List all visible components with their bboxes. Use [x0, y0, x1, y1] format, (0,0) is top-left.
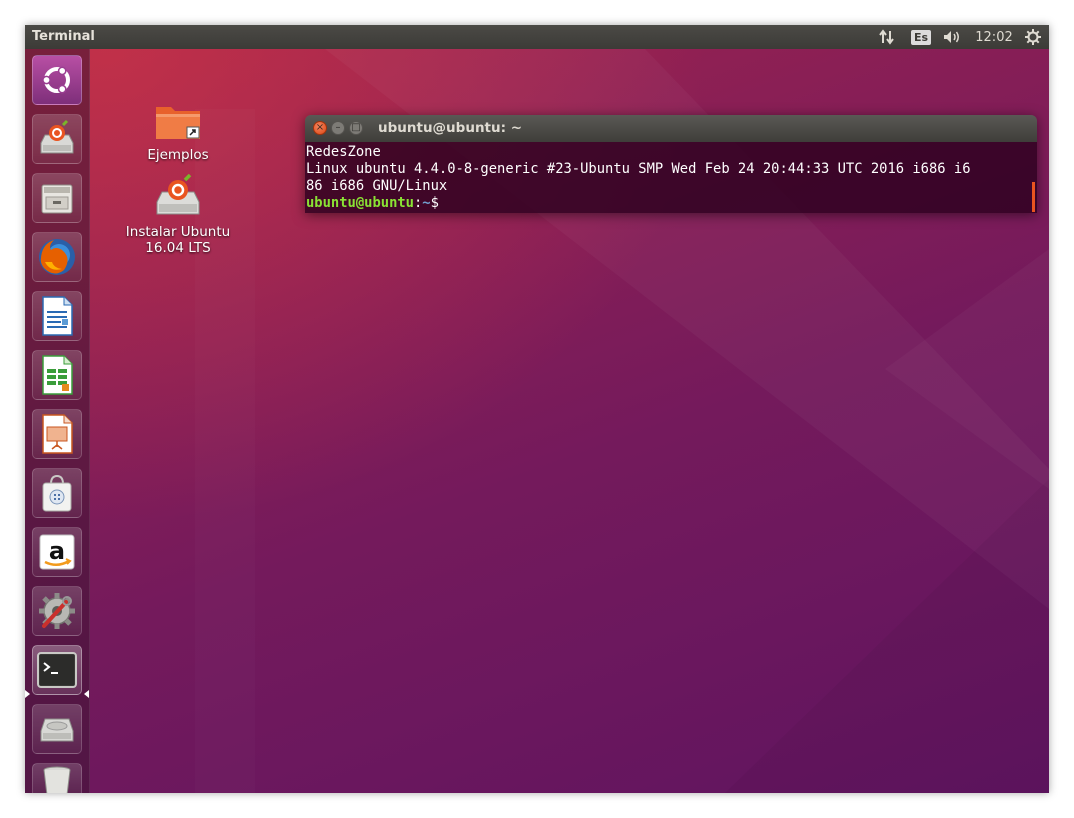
launcher-libreoffice-impress[interactable] — [32, 409, 82, 459]
terminal-icon — [37, 652, 77, 688]
desktop-icon-label-line2: 16.04 LTS — [145, 240, 211, 256]
maximize-icon: □ — [351, 122, 361, 133]
close-button[interactable]: × — [313, 121, 327, 135]
terminal-window[interactable]: × – □ ubuntu@ubuntu: ~ RedesZone Linux u… — [305, 115, 1037, 213]
hard-drive-icon — [40, 718, 74, 742]
writer-icon — [42, 296, 73, 336]
volume-icon[interactable] — [939, 25, 965, 49]
launcher-active-right-indicator — [84, 690, 89, 698]
desktop-icon-ejemplos[interactable]: Ejemplos — [118, 99, 238, 163]
launcher: a — [25, 49, 90, 793]
prompt-path: ~ — [422, 195, 431, 211]
launcher-terminal[interactable] — [32, 645, 82, 695]
terminal-line: Linux ubuntu 4.4.0-8-generic #23-Ubuntu … — [306, 161, 971, 177]
launcher-active-left-indicator — [25, 690, 30, 698]
calc-icon — [42, 355, 73, 395]
terminal-prompt: ubuntu@ubuntu:~$ — [306, 195, 1037, 212]
launcher-amazon[interactable]: a — [32, 527, 82, 577]
launcher-install-ubuntu[interactable] — [32, 114, 82, 164]
folder-link-icon — [156, 107, 200, 139]
settings-wrench-icon — [39, 593, 75, 629]
terminal-line: RedesZone — [306, 144, 381, 160]
launcher-libreoffice-writer[interactable] — [32, 291, 82, 341]
file-cabinet-icon — [41, 184, 73, 214]
minimize-button[interactable]: – — [331, 121, 345, 135]
desktop[interactable]: a Ejemplos Instalar Ubuntu 16.04 LTS × –… — [25, 49, 1049, 793]
minimize-icon: – — [335, 122, 341, 133]
trash-icon — [43, 766, 71, 793]
svg-text:a: a — [49, 537, 65, 565]
launcher-firefox[interactable] — [32, 232, 82, 282]
launcher-trash[interactable] — [32, 763, 82, 793]
firefox-icon — [39, 239, 75, 275]
desktop-icon-instalar-ubuntu[interactable]: Instalar Ubuntu 16.04 LTS — [118, 173, 238, 256]
install-ubuntu-icon — [156, 173, 200, 215]
terminal-scrollbar[interactable] — [1032, 182, 1035, 212]
launcher-dash-home[interactable] — [32, 55, 82, 105]
install-ubuntu-icon — [40, 119, 74, 154]
launcher-drive[interactable] — [32, 704, 82, 754]
clock[interactable]: 12:02 — [972, 25, 1016, 49]
clock-label: 12:02 — [975, 29, 1013, 45]
keyboard-layout-indicator[interactable]: Es — [909, 25, 933, 49]
close-icon: × — [315, 122, 325, 133]
terminal-line: 86 i686 GNU/Linux — [306, 178, 448, 194]
terminal-titlebar[interactable]: × – □ ubuntu@ubuntu: ~ — [305, 115, 1037, 142]
prompt-symbol: $ — [430, 195, 439, 211]
launcher-system-settings[interactable] — [32, 586, 82, 636]
launcher-libreoffice-calc[interactable] — [32, 350, 82, 400]
prompt-user: ubuntu@ubuntu — [306, 195, 414, 211]
launcher-files[interactable] — [32, 173, 82, 223]
maximize-button[interactable]: □ — [349, 121, 363, 135]
session-gear-icon[interactable] — [1021, 25, 1045, 49]
desktop-icon-label: Ejemplos — [147, 147, 209, 163]
terminal-title: ubuntu@ubuntu: ~ — [378, 120, 523, 136]
network-transfer-icon[interactable] — [875, 25, 899, 49]
shopping-bag-icon — [42, 474, 72, 512]
screen: Terminal Es 12:02 a Ejemplos Instalar Ub… — [25, 25, 1049, 793]
top-panel: Terminal Es 12:02 — [25, 25, 1049, 49]
launcher-ubuntu-software[interactable] — [32, 468, 82, 518]
terminal-output[interactable]: RedesZone Linux ubuntu 4.4.0-8-generic #… — [305, 142, 1037, 213]
desktop-icon-label-line1: Instalar Ubuntu — [125, 224, 231, 240]
amazon-icon: a — [39, 534, 75, 570]
ubuntu-logo-icon — [42, 66, 70, 94]
impress-icon — [42, 414, 73, 454]
keyboard-layout-label: Es — [910, 29, 932, 45]
panel-app-title: Terminal — [32, 29, 95, 44]
